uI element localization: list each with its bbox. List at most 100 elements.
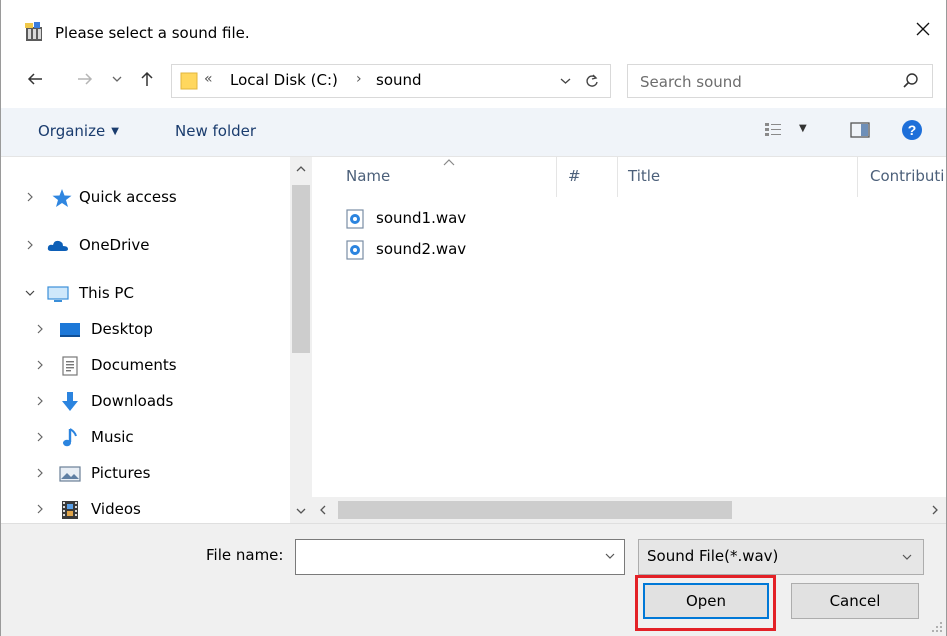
file-name-label: File name:	[206, 546, 284, 564]
scroll-down-button[interactable]	[290, 499, 312, 523]
chevron-down-icon[interactable]	[23, 286, 37, 300]
column-divider[interactable]	[556, 157, 557, 197]
help-icon[interactable]: ?	[901, 119, 923, 141]
chevron-right-icon[interactable]	[33, 502, 47, 516]
sidebar-item-label: This PC	[79, 284, 134, 302]
scroll-up-button[interactable]	[290, 157, 312, 181]
navigation-pane-scrollbar[interactable]	[290, 157, 312, 523]
desktop-icon	[60, 323, 80, 337]
file-name-combobox[interactable]	[295, 539, 625, 575]
audio-file-icon	[346, 209, 364, 229]
file-row[interactable]: sound2.wav	[346, 238, 546, 262]
svg-text:?: ?	[908, 122, 917, 138]
sidebar-item-music[interactable]: Music	[1, 423, 286, 453]
file-name-input[interactable]	[300, 546, 594, 570]
close-button[interactable]	[900, 0, 946, 58]
film-icon	[62, 501, 78, 519]
breadcrumb-sound[interactable]: sound	[376, 71, 422, 89]
chevron-right-icon[interactable]	[33, 466, 47, 480]
chevron-right-icon[interactable]	[23, 190, 37, 204]
chevron-down-icon	[902, 554, 912, 560]
sidebar-item-label: Pictures	[91, 464, 151, 482]
column-header-contributing[interactable]: Contributi	[870, 167, 944, 185]
close-icon	[916, 22, 930, 36]
column-divider[interactable]	[617, 157, 618, 197]
open-button[interactable]: Open	[643, 583, 769, 619]
scrollbar-thumb[interactable]	[338, 501, 732, 519]
file-list: Name # Title Contributi sound1.wav sound…	[312, 157, 946, 497]
change-view-icon[interactable]	[763, 121, 785, 139]
cloud-icon	[47, 240, 68, 251]
organize-button[interactable]: Organize ▼	[38, 122, 119, 140]
sidebar-item-pictures[interactable]: Pictures	[1, 459, 286, 489]
sidebar-item-this-pc[interactable]: This PC	[1, 279, 286, 309]
sidebar-item-label: OneDrive	[79, 236, 150, 254]
chevron-right-icon[interactable]	[33, 358, 47, 372]
file-type-value: Sound File(*.wav)	[647, 547, 779, 565]
chevron-down-icon	[560, 78, 570, 84]
column-header-number[interactable]: #	[568, 167, 581, 185]
file-type-select[interactable]: Sound File(*.wav)	[638, 539, 924, 575]
download-arrow-icon	[62, 392, 78, 411]
column-header-name[interactable]: Name	[346, 167, 390, 185]
file-name: sound1.wav	[376, 209, 467, 227]
file-row[interactable]: sound1.wav	[346, 207, 546, 231]
view-options-caret-icon[interactable]: ▼	[799, 123, 807, 134]
refresh-button[interactable]	[580, 69, 604, 93]
arrow-up-icon	[141, 71, 153, 86]
sidebar-item-label: Desktop	[91, 320, 153, 338]
chevron-down-icon	[296, 508, 306, 514]
breadcrumb-local-disk[interactable]: Local Disk (C:)	[230, 71, 338, 89]
search-box[interactable]	[627, 64, 933, 98]
sidebar-item-label: Quick access	[79, 188, 177, 206]
address-bar[interactable]: « Local Disk (C:) › sound	[171, 64, 611, 98]
scrollbar-thumb[interactable]	[292, 185, 310, 353]
back-button[interactable]	[23, 64, 47, 94]
chevron-up-icon	[296, 166, 306, 172]
sidebar-item-quick-access[interactable]: Quick access	[1, 183, 286, 213]
chevron-down-icon[interactable]	[604, 550, 616, 562]
up-button[interactable]	[135, 64, 159, 94]
scroll-right-button[interactable]	[924, 497, 946, 523]
title-bar: Please select a sound file.	[1, 0, 946, 58]
sidebar-item-onedrive[interactable]: OneDrive	[1, 231, 286, 261]
sidebar-item-label: Music	[91, 428, 134, 446]
file-list-horizontal-scrollbar[interactable]	[312, 497, 946, 523]
file-open-dialog: Please select a sound file. « Local Disk…	[0, 0, 947, 636]
chevron-right-icon[interactable]	[23, 238, 37, 252]
recent-locations-button[interactable]	[109, 64, 125, 94]
search-icon[interactable]	[902, 72, 920, 90]
music-note-icon	[63, 428, 77, 447]
sidebar-item-videos[interactable]: Videos	[1, 495, 286, 525]
audio-file-icon	[346, 240, 364, 260]
preview-pane-icon[interactable]	[849, 121, 871, 139]
app-icon	[25, 22, 42, 41]
address-dropdown-button[interactable]	[554, 69, 576, 93]
address-overflow[interactable]: «	[204, 71, 213, 87]
column-divider[interactable]	[857, 157, 858, 197]
arrow-left-icon	[27, 73, 42, 85]
new-folder-button[interactable]: New folder	[175, 122, 256, 140]
organize-label: Organize	[38, 122, 106, 140]
sidebar-item-downloads[interactable]: Downloads	[1, 387, 286, 417]
chevron-right-icon[interactable]	[33, 322, 47, 336]
chevron-right-icon	[932, 505, 938, 515]
caret-down-icon: ▼	[111, 126, 119, 137]
sidebar-item-documents[interactable]: Documents	[1, 351, 286, 381]
chevron-left-icon	[320, 505, 326, 515]
sidebar-item-desktop[interactable]: Desktop	[1, 315, 286, 345]
cancel-button[interactable]: Cancel	[791, 583, 919, 619]
scroll-left-button[interactable]	[312, 497, 334, 523]
breadcrumb-separator[interactable]: ›	[356, 71, 362, 87]
resize-grip-icon[interactable]	[931, 621, 943, 633]
dialog-footer: File name: Sound File(*.wav)	[1, 523, 946, 636]
column-header-title[interactable]: Title	[628, 167, 660, 185]
chevron-down-icon	[112, 76, 122, 82]
refresh-icon	[586, 74, 598, 87]
chevron-right-icon[interactable]	[33, 430, 47, 444]
chevron-right-icon[interactable]	[33, 394, 47, 408]
sidebar-item-label: Videos	[91, 500, 141, 518]
folder-icon	[180, 72, 198, 90]
forward-button[interactable]	[73, 64, 97, 94]
search-input[interactable]	[638, 70, 892, 94]
